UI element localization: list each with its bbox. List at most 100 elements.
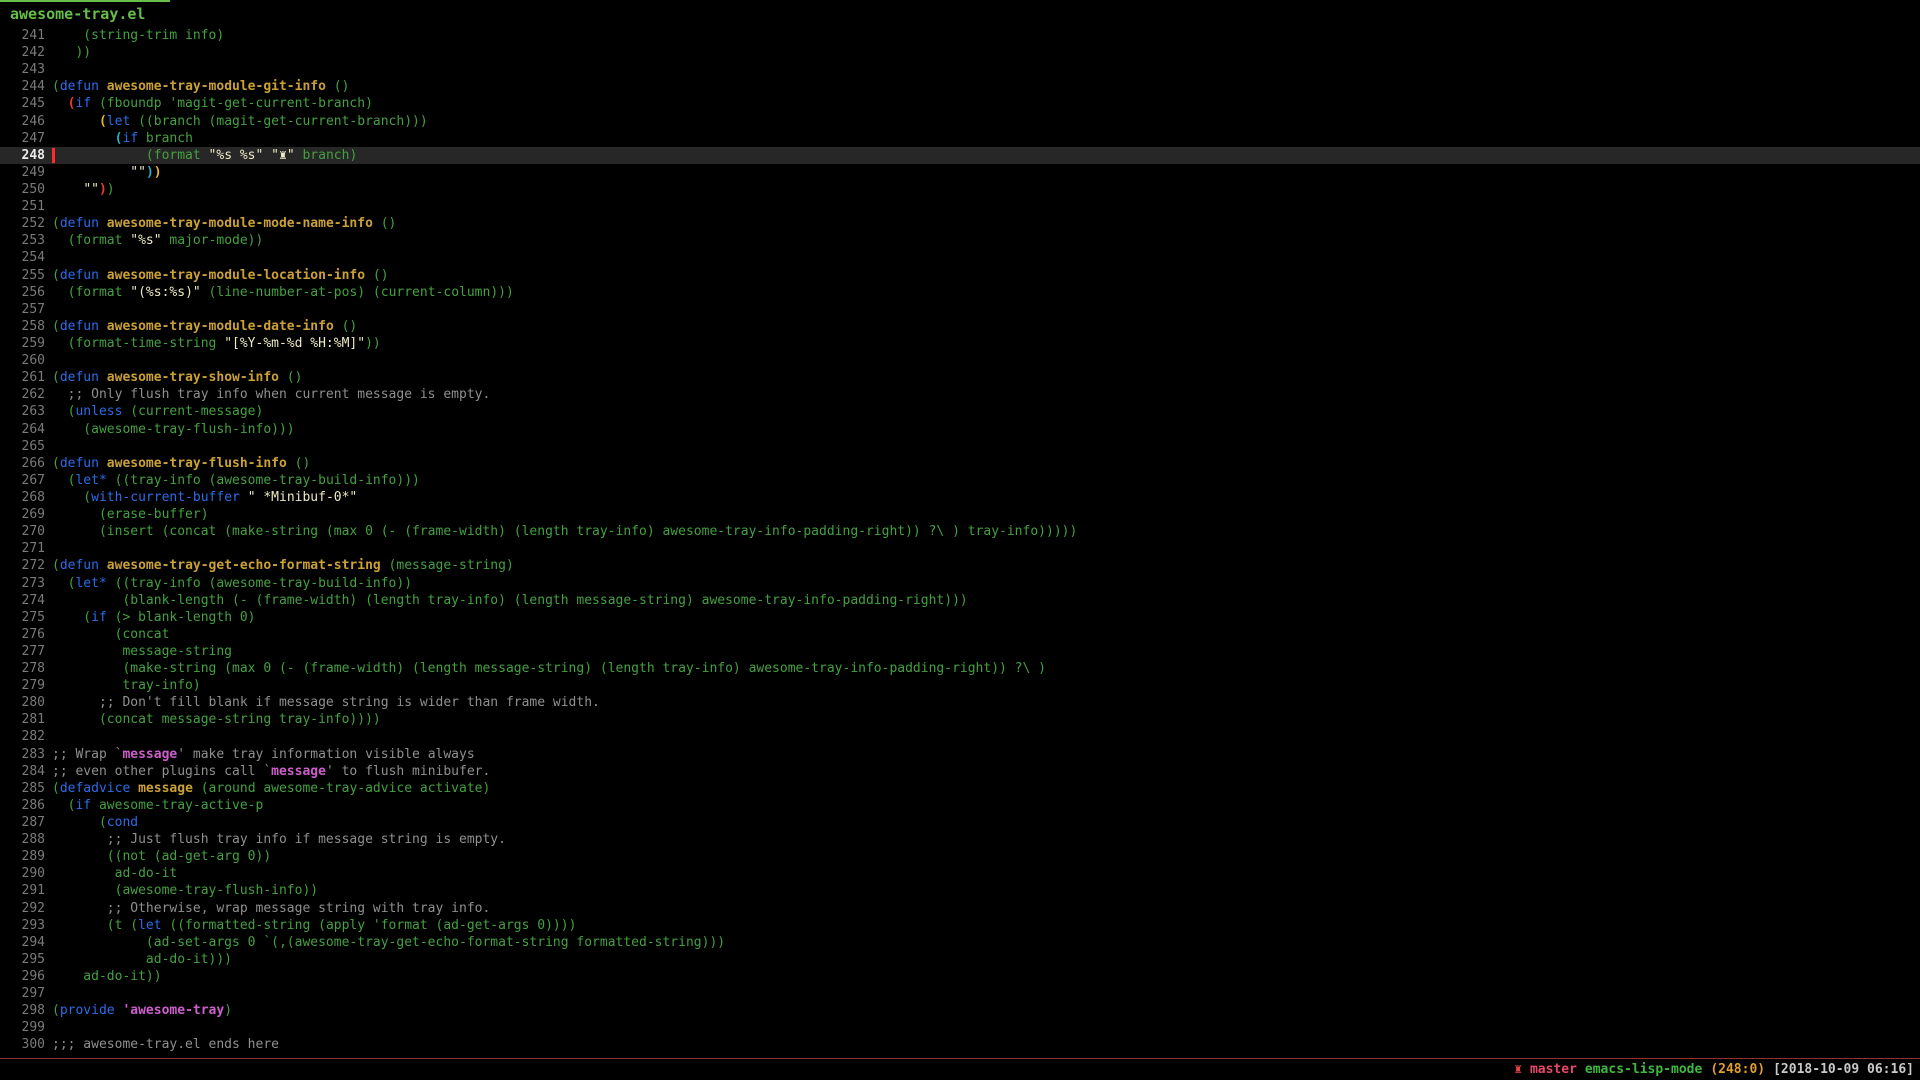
line-number: 295 (0, 951, 45, 968)
code-token: ' to flush minibufer. (326, 764, 490, 779)
code-line-content: (insert (concat (make-string (max 0 (- (… (45, 524, 1077, 539)
code-line[interactable]: 248 (format "%s %s" "♜" branch) (0, 147, 1920, 164)
code-line[interactable]: 253 (format "%s" major-mode)) (0, 232, 1920, 249)
code-line[interactable]: 271 (0, 540, 1920, 557)
line-number: 293 (0, 917, 45, 934)
code-token: (format (52, 233, 130, 248)
code-token: "♜" (271, 148, 294, 163)
code-line-content: (if (fboundp 'magit-get-current-branch) (45, 96, 373, 111)
code-line[interactable]: 267 (let* ((tray-info (awesome-tray-buil… (0, 472, 1920, 489)
code-line[interactable]: 270 (insert (concat (make-string (max 0 … (0, 523, 1920, 540)
code-line[interactable]: 246 (let ((branch (magit-get-current-bra… (0, 113, 1920, 130)
code-line[interactable]: 294 (ad-set-args 0 `(,(awesome-tray-get-… (0, 934, 1920, 951)
code-line[interactable]: 289 ((not (ad-get-arg 0)) (0, 848, 1920, 865)
code-line[interactable]: 264 (awesome-tray-flush-info))) (0, 421, 1920, 438)
code-token: (insert (concat (make-string (max 0 (- (… (52, 524, 1077, 539)
code-token: ;;; awesome-tray.el ends here (52, 1037, 279, 1052)
code-line[interactable]: 244(defun awesome-tray-module-git-info (… (0, 78, 1920, 95)
code-line[interactable]: 251 (0, 198, 1920, 215)
code-line[interactable]: 243 (0, 61, 1920, 78)
code-line[interactable]: 274 (blank-length (- (frame-width) (leng… (0, 592, 1920, 609)
code-line[interactable]: 252(defun awesome-tray-module-mode-name-… (0, 215, 1920, 232)
code-line[interactable]: 250 "")) (0, 181, 1920, 198)
code-line[interactable]: 282 (0, 728, 1920, 745)
code-line[interactable]: 295 ad-do-it))) (0, 951, 1920, 968)
code-line[interactable]: 293 (t (let ((formatted-string (apply 'f… (0, 917, 1920, 934)
code-line[interactable]: 260 (0, 352, 1920, 369)
code-token: ;; Only flush tray info when current mes… (52, 387, 490, 402)
code-line[interactable]: 254 (0, 249, 1920, 266)
code-token: defun (60, 319, 99, 334)
code-line[interactable]: 261(defun awesome-tray-show-info () (0, 369, 1920, 386)
code-line-content: (format "(%s:%s)" (line-number-at-pos) (… (45, 285, 514, 300)
code-line[interactable]: 283;; Wrap `message' make tray informati… (0, 746, 1920, 763)
code-line[interactable]: 299 (0, 1019, 1920, 1036)
code-token: (format (52, 285, 130, 300)
code-area[interactable]: 241 (string-trim info)242 ))243244(defun… (0, 27, 1920, 1054)
line-number: 249 (0, 164, 45, 181)
code-line[interactable]: 292 ;; Otherwise, wrap message string wi… (0, 900, 1920, 917)
code-line[interactable]: 291 (awesome-tray-flush-info)) (0, 882, 1920, 899)
code-line[interactable]: 245 (if (fboundp 'magit-get-current-bran… (0, 95, 1920, 112)
git-branch-icon: ♜ (1514, 1062, 1522, 1077)
code-token: let (107, 114, 130, 129)
code-line-content: )) (45, 45, 91, 60)
code-token: " *Minibuf-0*" (248, 490, 358, 505)
code-line[interactable]: 266(defun awesome-tray-flush-info () (0, 455, 1920, 472)
line-number: 276 (0, 626, 45, 643)
code-token: (string-trim info) (52, 28, 224, 43)
code-line[interactable]: 273 (let* ((tray-info (awesome-tray-buil… (0, 575, 1920, 592)
code-line[interactable]: 275 (if (> blank-length 0) (0, 609, 1920, 626)
code-line[interactable]: 298(provide 'awesome-tray) (0, 1002, 1920, 1019)
code-line[interactable]: 279 tray-info) (0, 677, 1920, 694)
code-line[interactable]: 296 ad-do-it)) (0, 968, 1920, 985)
code-token: awesome-tray-module-location-info (107, 268, 365, 283)
code-line[interactable]: 281 (concat message-string tray-info)))) (0, 711, 1920, 728)
line-number: 241 (0, 27, 45, 44)
code-line[interactable]: 280 ;; Don't fill blank if message strin… (0, 694, 1920, 711)
code-token: (line-number-at-pos) (current-column))) (201, 285, 514, 300)
code-line[interactable]: 278 (make-string (max 0 (- (frame-width)… (0, 660, 1920, 677)
code-line[interactable]: 249 "")) (0, 164, 1920, 181)
code-token: (make-string (max 0 (- (frame-width) (le… (52, 661, 1046, 676)
line-number: 243 (0, 61, 45, 78)
code-line[interactable]: 263 (unless (current-message) (0, 403, 1920, 420)
code-line[interactable]: 287 (cond (0, 814, 1920, 831)
buffer-tab-title[interactable]: awesome-tray.el (10, 5, 145, 23)
code-line[interactable]: 285(defadvice message (around awesome-tr… (0, 780, 1920, 797)
code-line[interactable]: 290 ad-do-it (0, 865, 1920, 882)
code-line[interactable]: 259 (format-time-string "[%Y-%m-%d %H:%M… (0, 335, 1920, 352)
code-token: if (75, 798, 91, 813)
code-line[interactable]: 269 (erase-buffer) (0, 506, 1920, 523)
code-line[interactable]: 300 ;;; awesome-tray.el ends here (0, 1036, 1920, 1053)
code-line-content: (provide 'awesome-tray) (45, 1003, 232, 1018)
line-number: 292 (0, 900, 45, 917)
code-line[interactable]: 247 (if branch (0, 130, 1920, 147)
code-line[interactable]: 258(defun awesome-tray-module-date-info … (0, 318, 1920, 335)
code-line[interactable]: 297 (0, 985, 1920, 1002)
code-line[interactable]: 265 (0, 438, 1920, 455)
code-line[interactable]: 241 (string-trim info) (0, 27, 1920, 44)
code-line-content: (t (let ((formatted-string (apply 'forma… (45, 918, 576, 933)
line-number: 287 (0, 814, 45, 831)
code-line[interactable]: 286 (if awesome-tray-active-p (0, 797, 1920, 814)
code-line[interactable]: 284;; even other plugins call `message' … (0, 763, 1920, 780)
code-line[interactable]: 288 ;; Just flush tray info if message s… (0, 831, 1920, 848)
code-line[interactable]: 276 (concat (0, 626, 1920, 643)
code-line[interactable]: 256 (format "(%s:%s)" (line-number-at-po… (0, 284, 1920, 301)
code-token: defun (60, 370, 99, 385)
code-line[interactable]: 262 ;; Only flush tray info when current… (0, 386, 1920, 403)
code-line-content: (ad-set-args 0 `(,(awesome-tray-get-echo… (45, 935, 725, 950)
code-line[interactable]: 257 (0, 301, 1920, 318)
code-line[interactable]: 272(defun awesome-tray-get-echo-format-s… (0, 557, 1920, 574)
code-line[interactable]: 268 (with-current-buffer " *Minibuf-0*" (0, 489, 1920, 506)
code-line[interactable]: 277 message-string (0, 643, 1920, 660)
line-number: 262 (0, 386, 45, 403)
code-line[interactable]: 255(defun awesome-tray-module-location-i… (0, 267, 1920, 284)
code-token (263, 148, 271, 163)
code-line[interactable]: 242 )) (0, 44, 1920, 61)
line-number: 281 (0, 711, 45, 728)
line-number: 244 (0, 78, 45, 95)
code-token: ;; Wrap ` (52, 747, 122, 762)
line-number: 300 (0, 1036, 45, 1053)
